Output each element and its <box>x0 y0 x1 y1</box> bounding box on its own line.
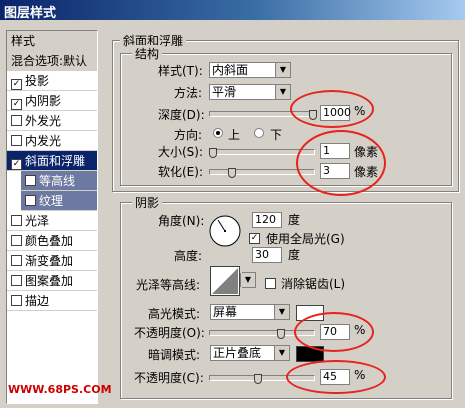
sidebar-item-4[interactable]: 外发光 <box>7 111 97 131</box>
altitude-input[interactable]: 30 <box>252 247 282 263</box>
sidebar-item-label: 描边 <box>25 294 50 308</box>
chevron-down-icon: ▼ <box>274 346 289 360</box>
angle-label: 角度(N): <box>158 214 205 228</box>
size-slider-thumb[interactable] <box>209 148 217 158</box>
sidebar-item-label: 样式 <box>11 34 36 48</box>
highlight-mode-select[interactable]: 屏幕 ▼ <box>210 304 290 320</box>
shadow-opacity-label: 不透明度(C): <box>134 371 204 385</box>
annotation-circle-depth <box>290 90 374 128</box>
checkbox-icon[interactable] <box>11 255 22 266</box>
technique-select-value: 平滑 <box>212 85 237 99</box>
sidebar-item-label: 投影 <box>25 74 50 88</box>
highlight-mode-value: 屏幕 <box>213 305 238 319</box>
sidebar-item-0[interactable]: 样式 <box>7 31 97 51</box>
checkbox-icon[interactable] <box>25 175 36 186</box>
sidebar-item-1[interactable]: 混合选项:默认 <box>7 51 97 71</box>
watermark: WWW.68PS.COM <box>8 383 112 396</box>
annotation-circle-size-soften <box>296 130 386 196</box>
sidebar-item-6[interactable]: ✓ 斜面和浮雕 <box>7 151 97 171</box>
title-bar[interactable]: 图层样式 <box>0 0 465 21</box>
shadow-mode-label: 暗调模式: <box>148 348 201 362</box>
chevron-down-icon: ▼ <box>275 63 290 77</box>
direction-down-radio[interactable] <box>254 128 264 138</box>
checkbox-icon[interactable] <box>11 215 22 226</box>
soften-label: 软化(E): <box>158 165 203 179</box>
sidebar-item-label: 等高线 <box>39 174 76 188</box>
sidebar-item-3[interactable]: ✓ 内阴影 <box>7 91 97 111</box>
sidebar-item-2[interactable]: ✓ 投影 <box>7 71 97 91</box>
direction-down-label: 下 <box>270 128 283 142</box>
checkbox-icon[interactable] <box>11 135 22 146</box>
shadow-opacity-thumb[interactable] <box>254 374 262 384</box>
gloss-contour-preview[interactable] <box>210 266 240 296</box>
angle-input[interactable]: 120 <box>252 212 282 228</box>
angle-dial[interactable] <box>208 214 242 248</box>
sidebar-item-8[interactable]: 纹理 <box>21 191 97 211</box>
global-light-checkbox[interactable]: ✓ <box>249 233 260 244</box>
shadow-mode-value: 正片叠底 <box>213 346 262 360</box>
sidebar-item-label: 混合选项:默认 <box>11 54 88 68</box>
angle-unit: 度 <box>288 213 301 227</box>
gloss-contour-label: 光泽等高线: <box>136 278 201 292</box>
sidebar-item-11[interactable]: 渐变叠加 <box>7 251 97 271</box>
soften-slider-thumb[interactable] <box>228 168 236 178</box>
sidebar-item-10[interactable]: 颜色叠加 <box>7 231 97 251</box>
global-light-label: 使用全局光(G) <box>266 232 345 246</box>
checkbox-icon[interactable] <box>11 235 22 246</box>
sidebar-item-5[interactable]: 内发光 <box>7 131 97 151</box>
checkbox-icon[interactable] <box>25 195 36 206</box>
gloss-contour-dropdown[interactable]: ▼ <box>240 272 256 288</box>
sidebar-item-label: 颜色叠加 <box>25 234 74 248</box>
altitude-unit: 度 <box>288 248 301 262</box>
sidebar-item-label: 内发光 <box>25 134 62 148</box>
sidebar-item-label: 斜面和浮雕 <box>25 154 86 168</box>
structure-title: 结构 <box>132 45 163 62</box>
chevron-down-icon: ▼ <box>275 85 290 99</box>
sidebar-item-label: 光泽 <box>25 214 50 228</box>
direction-label: 方向: <box>174 128 203 142</box>
sidebar-item-9[interactable]: 光泽 <box>7 211 97 231</box>
checkbox-icon[interactable] <box>11 275 22 286</box>
shadow-mode-select[interactable]: 正片叠底 ▼ <box>210 345 290 361</box>
chevron-down-icon: ▼ <box>240 273 255 287</box>
chevron-down-icon: ▼ <box>274 305 289 319</box>
sidebar-item-label: 外发光 <box>25 114 62 128</box>
altitude-label: 高度: <box>174 249 203 263</box>
checkbox-icon[interactable]: ✓ <box>11 99 22 110</box>
sidebar-item-label: 纹理 <box>39 194 64 208</box>
highlight-opacity-label: 不透明度(O): <box>134 326 205 340</box>
style-list: 样式 混合选项:默认 ✓ 投影 ✓ 内阴影 外发光 内发光 ✓ 斜面和浮雕 等高线 纹理 光泽 颜色叠加渐… <box>6 30 98 404</box>
direction-up-label: 上 <box>228 128 241 142</box>
highlight-opacity-thumb[interactable] <box>277 329 285 339</box>
shading-title: 阴影 <box>132 194 163 211</box>
antialias-checkbox[interactable] <box>265 278 276 289</box>
checkbox-icon[interactable] <box>11 115 22 126</box>
antialias-label: 消除锯齿(L) <box>281 277 346 291</box>
highlight-mode-label: 高光模式: <box>148 307 201 321</box>
direction-up-radio[interactable] <box>213 128 223 138</box>
technique-select[interactable]: 平滑 ▼ <box>209 84 291 100</box>
checkbox-icon[interactable] <box>11 295 22 306</box>
sidebar-item-12[interactable]: 图案叠加 <box>7 271 97 291</box>
depth-label: 深度(D): <box>158 108 205 122</box>
style-select[interactable]: 内斜面 ▼ <box>209 62 291 78</box>
style-select-value: 内斜面 <box>212 63 249 77</box>
sidebar-item-label: 内阴影 <box>25 94 62 108</box>
checkbox-icon[interactable]: ✓ <box>11 79 22 90</box>
sidebar-item-label: 渐变叠加 <box>25 254 74 268</box>
checkbox-icon[interactable]: ✓ <box>11 159 22 170</box>
technique-label: 方法: <box>174 86 203 100</box>
annotation-circle-highlight-opacity <box>294 312 374 352</box>
annotation-circle-shadow-opacity <box>286 360 386 394</box>
style-label: 样式(T): <box>158 64 203 78</box>
size-label: 大小(S): <box>158 145 204 159</box>
window-title: 图层样式 <box>4 6 57 21</box>
sidebar-item-7[interactable]: 等高线 <box>21 171 97 191</box>
sidebar-item-13[interactable]: 描边 <box>7 291 97 311</box>
sidebar-item-label: 图案叠加 <box>25 274 74 288</box>
